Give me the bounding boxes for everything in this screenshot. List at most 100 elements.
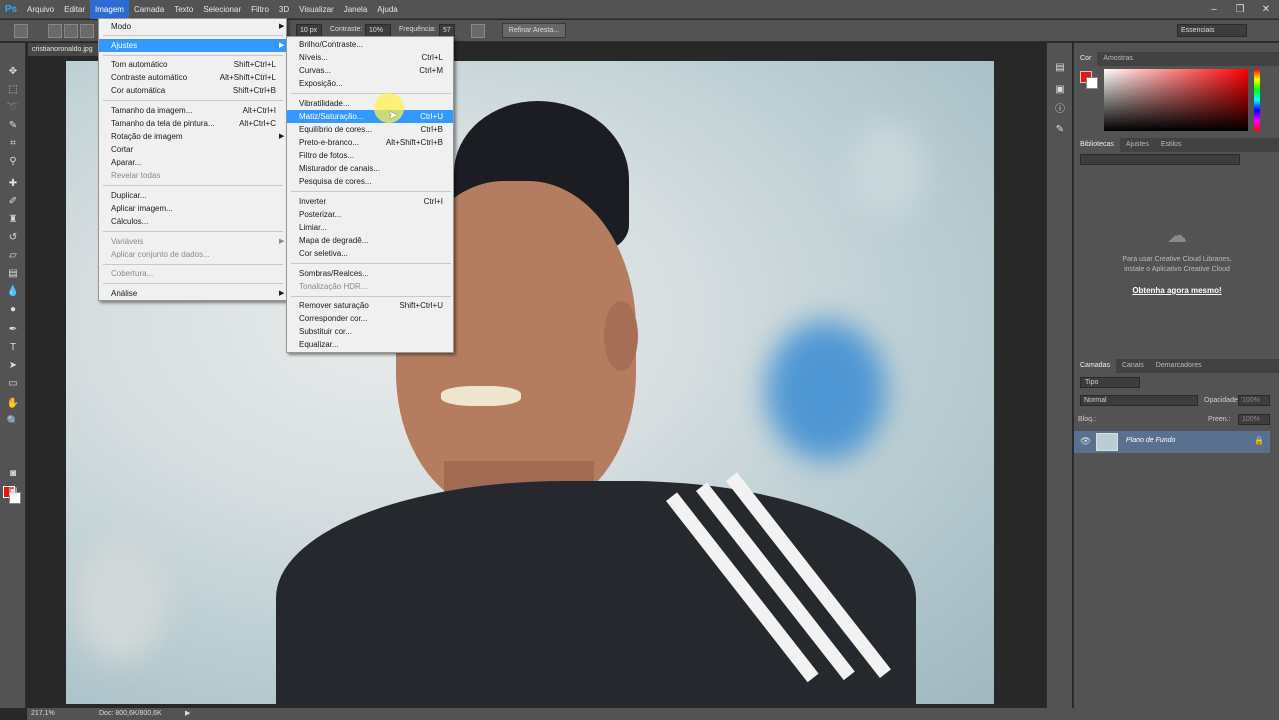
menu-editar[interactable]: Editar bbox=[59, 0, 90, 19]
new-selection-icon[interactable] bbox=[48, 24, 62, 38]
layer-row[interactable]: 👁 Plano de Fundo 🔒 bbox=[1074, 431, 1270, 453]
stamp-tool-icon[interactable]: ♜ bbox=[6, 213, 20, 227]
history-panel-icon[interactable]: ▤ bbox=[1053, 61, 1067, 75]
close-icon[interactable]: ✕ bbox=[1253, 0, 1279, 19]
get-it-now-link[interactable]: Obtenha agora mesmo! bbox=[1114, 286, 1240, 295]
crop-tool-icon[interactable]: ⌗ bbox=[6, 137, 20, 151]
tab-cor[interactable]: Cor bbox=[1074, 52, 1098, 66]
menu-item-corresponder-cor[interactable]: Corresponder cor... bbox=[287, 312, 453, 325]
layer-filter-select[interactable]: Tipo bbox=[1080, 377, 1140, 388]
tab-amostras[interactable]: Amostras bbox=[1097, 52, 1139, 66]
library-select[interactable] bbox=[1080, 154, 1240, 165]
screen-mode-icon[interactable]: ▣ bbox=[6, 485, 20, 499]
eyedropper-tool-icon[interactable]: ⚲ bbox=[6, 155, 20, 169]
menu-visualizar[interactable]: Visualizar bbox=[294, 0, 339, 19]
menu-item-misturador-canais[interactable]: Misturador de canais... bbox=[287, 162, 453, 175]
gradient-tool-icon[interactable]: ▤ bbox=[6, 267, 20, 281]
properties-panel-icon[interactable]: ▣ bbox=[1053, 83, 1067, 97]
menu-item-tamanho-tela[interactable]: Tamanho da tela de pintura... Alt+Ctrl+C bbox=[99, 117, 286, 130]
zoom-tool-icon[interactable]: 🔍 bbox=[6, 415, 20, 429]
dodge-tool-icon[interactable]: ● bbox=[6, 303, 20, 317]
hue-slider[interactable] bbox=[1254, 69, 1260, 131]
menu-item-inverter[interactable]: Inverter Ctrl+I bbox=[287, 195, 453, 208]
menu-item-limiar[interactable]: Limiar... bbox=[287, 221, 453, 234]
quick-selection-tool-icon[interactable]: ✎ bbox=[6, 119, 20, 133]
menu-item-aplicar-imagem[interactable]: Aplicar imagem... bbox=[99, 202, 286, 215]
menu-item-niveis[interactable]: Níveis... Ctrl+L bbox=[287, 51, 453, 64]
pen-tool-icon[interactable]: ✒ bbox=[6, 323, 20, 337]
visibility-eye-icon[interactable]: 👁 bbox=[1080, 436, 1091, 447]
color-field[interactable] bbox=[1104, 69, 1248, 131]
menu-selecionar[interactable]: Selecionar bbox=[198, 0, 246, 19]
menu-item-mapa-degrade[interactable]: Mapa de degradê... bbox=[287, 234, 453, 247]
menu-item-exposicao[interactable]: Exposição... bbox=[287, 77, 453, 90]
menu-filtro[interactable]: Filtro bbox=[246, 0, 274, 19]
menu-item-cortar[interactable]: Cortar bbox=[99, 143, 286, 156]
quick-selection-tool-icon[interactable] bbox=[14, 24, 28, 38]
menu-item-cor-automatica[interactable]: Cor automática Shift+Ctrl+B bbox=[99, 84, 286, 97]
status-arrow-icon[interactable]: ▶ bbox=[185, 709, 190, 717]
tab-bibliotecas[interactable]: Bibliotecas bbox=[1074, 138, 1120, 152]
menu-item-tamanho-imagem[interactable]: Tamanho da imagem... Alt+Ctrl+I bbox=[99, 104, 286, 117]
menu-item-ajustes[interactable]: Ajustes ▶ bbox=[99, 39, 286, 52]
menu-janela[interactable]: Janela bbox=[339, 0, 373, 19]
menu-item-pesquisa-cores[interactable]: Pesquisa de cores... bbox=[287, 175, 453, 188]
menu-texto[interactable]: Texto bbox=[169, 0, 198, 19]
hand-tool-icon[interactable]: ✋ bbox=[6, 397, 20, 411]
menu-item-substituir-cor[interactable]: Substituir cor... bbox=[287, 325, 453, 338]
zoom-level[interactable]: 217,1% bbox=[31, 710, 55, 717]
brush-tool-icon[interactable]: ✐ bbox=[6, 195, 20, 209]
lasso-tool-icon[interactable]: ➰ bbox=[6, 101, 20, 115]
info-panel-icon[interactable]: ⓘ bbox=[1053, 103, 1067, 117]
menu-item-cor-seletiva[interactable]: Cor seletiva... bbox=[287, 247, 453, 260]
menu-item-remover-saturacao[interactable]: Remover saturação Shift+Ctrl+U bbox=[287, 299, 453, 312]
tab-camadas[interactable]: Camadas bbox=[1074, 359, 1116, 373]
marquee-tool-icon[interactable]: ⬚ bbox=[6, 83, 20, 97]
fill-field[interactable]: 100% bbox=[1238, 414, 1270, 425]
brush-panel-icon[interactable]: ✎ bbox=[1053, 123, 1067, 137]
move-tool-icon[interactable]: ✥ bbox=[6, 65, 20, 79]
menu-item-matiz-saturacao[interactable]: Matiz/Saturação... Ctrl+U bbox=[287, 110, 453, 123]
eraser-tool-icon[interactable]: ▱ bbox=[6, 249, 20, 263]
menu-item-curvas[interactable]: Curvas... Ctrl+M bbox=[287, 64, 453, 77]
blend-mode-select[interactable]: Normal bbox=[1080, 395, 1198, 406]
tab-demarcadores[interactable]: Demarcadores bbox=[1150, 359, 1208, 373]
menu-item-rotacao[interactable]: Rotação de imagem ▶ bbox=[99, 130, 286, 143]
document-tab[interactable]: cristianoronaldo.jpg bbox=[28, 43, 104, 56]
stylus-pressure-icon[interactable] bbox=[471, 24, 485, 38]
menu-arquivo[interactable]: Arquivo bbox=[22, 0, 59, 19]
menu-item-equalizar[interactable]: Equalizar... bbox=[287, 338, 453, 351]
menu-item-tom-automatico[interactable]: Tom automático Shift+Ctrl+L bbox=[99, 58, 286, 71]
menu-item-aparar[interactable]: Aparar... bbox=[99, 156, 286, 169]
menu-item-posterizar[interactable]: Posterizar... bbox=[287, 208, 453, 221]
tab-estilos[interactable]: Estilos bbox=[1155, 138, 1188, 152]
opacity-field[interactable]: 100% bbox=[1238, 395, 1270, 406]
add-selection-icon[interactable] bbox=[64, 24, 78, 38]
menu-item-vibratilidade[interactable]: Vibratilidade... bbox=[287, 97, 453, 110]
subtract-selection-icon[interactable] bbox=[80, 24, 94, 38]
healing-tool-icon[interactable]: ✚ bbox=[6, 177, 20, 191]
restore-icon[interactable]: ❐ bbox=[1227, 0, 1253, 19]
quick-mask-icon[interactable]: ◙ bbox=[6, 467, 20, 481]
refine-edge-button[interactable]: Refinar Aresta... bbox=[502, 23, 566, 38]
tab-canais[interactable]: Canais bbox=[1116, 359, 1150, 373]
menu-item-calculos[interactable]: Cálculos... bbox=[99, 215, 286, 228]
tab-ajustes[interactable]: Ajustes bbox=[1120, 138, 1155, 152]
menu-item-brilho-contraste[interactable]: Brilho/Contraste... bbox=[287, 38, 453, 51]
history-brush-icon[interactable]: ↺ bbox=[6, 231, 20, 245]
workspace-select[interactable]: Essenciais bbox=[1177, 24, 1247, 37]
menu-3d[interactable]: 3D bbox=[274, 0, 294, 19]
type-tool-icon[interactable]: T bbox=[6, 341, 20, 355]
menu-item-contraste-automatico[interactable]: Contraste automático Alt+Shift+Ctrl+L bbox=[99, 71, 286, 84]
blur-tool-icon[interactable]: 💧 bbox=[6, 285, 20, 299]
layer-name[interactable]: Plano de Fundo bbox=[1126, 437, 1175, 444]
menu-ajuda[interactable]: Ajuda bbox=[372, 0, 402, 19]
menu-item-sombras-realces[interactable]: Sombras/Realces... bbox=[287, 267, 453, 280]
menu-item-duplicar[interactable]: Duplicar... bbox=[99, 189, 286, 202]
menu-imagem[interactable]: Imagem bbox=[90, 0, 129, 19]
menu-camada[interactable]: Camada bbox=[129, 0, 169, 19]
minimize-icon[interactable]: – bbox=[1201, 0, 1227, 19]
path-selection-icon[interactable]: ➤ bbox=[6, 359, 20, 373]
menu-item-filtro-fotos[interactable]: Filtro de fotos... bbox=[287, 149, 453, 162]
menu-item-modo[interactable]: Modo ▶ bbox=[99, 20, 286, 33]
